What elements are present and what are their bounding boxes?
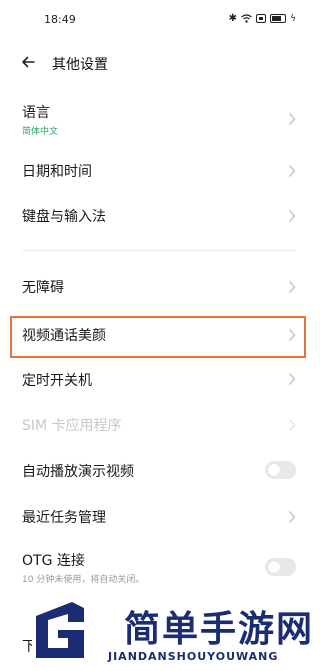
status-time: 18:49 <box>44 13 76 26</box>
settings-item-auto-demo-video: 自动播放演示视频 <box>0 452 318 492</box>
settings-item-video-call-beauty[interactable]: 视频通话美颜 <box>0 317 318 357</box>
section-divider <box>22 250 296 251</box>
settings-item-label: SIM 卡应用程序 <box>22 418 122 434</box>
page-title: 其他设置 <box>52 57 108 73</box>
settings-item-label: 定时开关机 <box>22 373 92 389</box>
otg-toggle[interactable] <box>265 558 296 576</box>
settings-item-otg: OTG 连接 10 分钟未使用，将自动关闭。 <box>0 544 318 594</box>
watermark: 简单手游网 JIANDANSHOUYOUWANG <box>28 598 318 671</box>
settings-item-label: 键盘与输入法 <box>22 209 106 225</box>
settings-item-label: 日期和时间 <box>22 164 92 180</box>
watermark-subtitle: JIANDANSHOUYOUWANG <box>108 650 279 663</box>
settings-item-date-time[interactable]: 日期和时间 <box>0 152 318 192</box>
status-bar: 18:49 ✱ ϟ <box>0 0 318 40</box>
chevron-right-icon <box>288 373 296 385</box>
settings-item-label: 无障碍 <box>22 280 64 296</box>
back-arrow-icon[interactable] <box>20 54 36 70</box>
chevron-right-icon <box>288 165 296 177</box>
chevron-right-icon <box>288 419 296 431</box>
wifi-icon <box>241 14 252 23</box>
settings-item-label: OTG 连接 <box>22 553 85 569</box>
charging-icon: ϟ <box>290 13 296 24</box>
chevron-right-icon <box>288 113 296 125</box>
settings-item-label: 自动播放演示视频 <box>22 464 134 480</box>
chevron-right-icon <box>288 210 296 222</box>
settings-item-recent-tasks[interactable]: 最近任务管理 <box>0 498 318 538</box>
header: 其他设置 <box>0 48 318 78</box>
watermark-logo-icon <box>32 602 88 662</box>
settings-item-sim-toolkit: SIM 卡应用程序 <box>0 406 318 446</box>
settings-item-language[interactable]: 语言 简体中文 <box>0 96 318 144</box>
settings-item-keyboard[interactable]: 键盘与输入法 <box>0 198 318 238</box>
status-icons: ✱ ϟ <box>229 13 296 24</box>
settings-item-label: 最近任务管理 <box>22 510 106 526</box>
settings-item-label: 视频通话美颜 <box>22 328 106 344</box>
settings-item-label: 语言 <box>22 105 50 121</box>
chevron-right-icon <box>288 329 296 341</box>
signal-box-icon <box>256 14 267 23</box>
battery-icon <box>270 14 287 23</box>
chevron-right-icon <box>288 281 296 293</box>
settings-item-scheduled-power[interactable]: 定时开关机 <box>0 360 318 400</box>
bluetooth-icon: ✱ <box>228 13 238 24</box>
watermark-title: 简单手游网 <box>124 609 315 650</box>
settings-item-accessibility[interactable]: 无障碍 <box>0 268 318 308</box>
chevron-right-icon <box>288 511 296 523</box>
auto-demo-toggle[interactable] <box>265 461 296 479</box>
otg-description: 10 分钟未使用，将自动关闭。 <box>22 575 145 585</box>
language-value: 简体中文 <box>22 127 59 137</box>
